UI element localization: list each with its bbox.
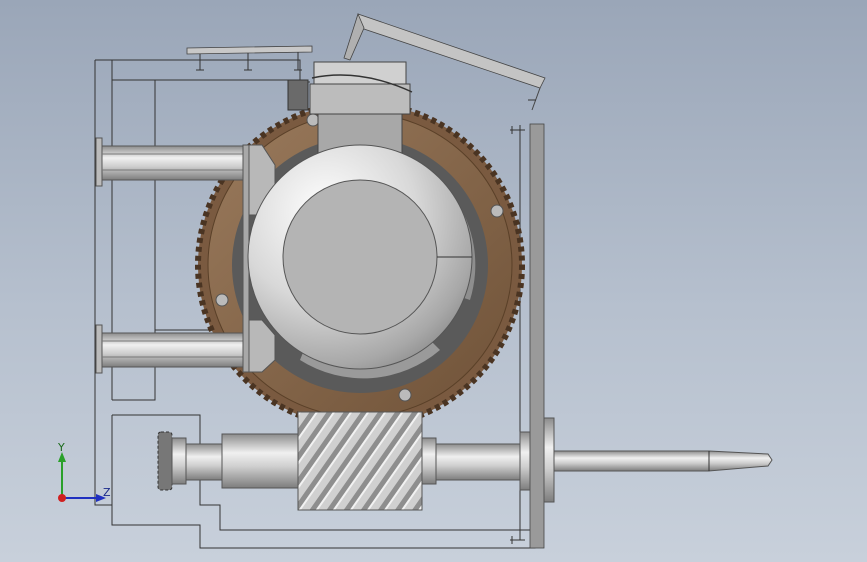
gearbox-assembly-model[interactable] — [0, 0, 867, 562]
z-axis-label: Z — [103, 486, 111, 499]
worm-shaft — [157, 411, 773, 511]
coordinate-triad: Y Z — [57, 441, 111, 502]
top-cover-plate — [186, 45, 313, 71]
cad-viewport[interactable]: Y Z — [0, 0, 867, 562]
y-axis-label: Y — [57, 441, 65, 454]
origin-dot — [58, 494, 66, 502]
side-plate — [529, 123, 545, 549]
motor — [247, 144, 473, 370]
